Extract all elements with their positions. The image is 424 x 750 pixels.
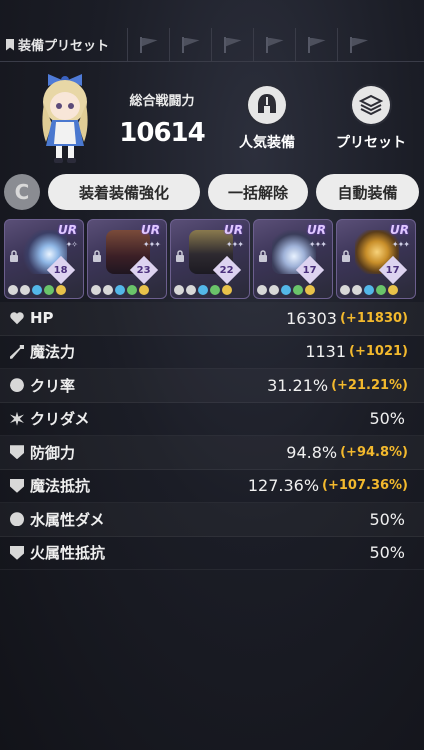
character-avatar[interactable] (26, 64, 104, 168)
rarity-badge: UR (58, 223, 77, 237)
substat-icons (91, 285, 149, 295)
stat-value: 50% (369, 509, 405, 529)
stat-name: 水属性ダメ (30, 510, 105, 529)
star-rating: ✦✦✦ (308, 240, 327, 249)
stat-value: 16303 (286, 308, 337, 328)
flag-icon (180, 36, 202, 53)
stat-bonus: (+107.36%) (322, 478, 408, 494)
star-rating: ✦✦✦ (225, 240, 244, 249)
rarity-badge: UR (307, 223, 326, 237)
stat-value: 50% (369, 543, 405, 563)
equipment-card[interactable]: UR ✦✦✦ 17 (253, 219, 333, 299)
total-power-value: 10614 (119, 118, 205, 148)
stat-bonus: (+1021) (349, 344, 408, 360)
stat-name: HP (30, 309, 54, 328)
equipment-card[interactable]: UR ✦✦✦ 23 (87, 219, 167, 299)
star-rating: ✦✦✦ (142, 240, 161, 249)
preset-tab-bar: 装備プリセット (0, 28, 424, 62)
stat-name: 火属性抵抗 (30, 544, 106, 563)
lock-icon (259, 250, 267, 262)
total-power-label: 総合戦闘力 (129, 94, 195, 109)
page-title: 装備プリセット (18, 39, 110, 54)
stat-value: 1131 (305, 342, 347, 362)
heart-icon (10, 311, 24, 325)
lock-icon (93, 250, 101, 262)
flag-icon (306, 36, 328, 53)
star-rating: ✦✦✦ (391, 240, 410, 249)
stat-name: 魔法抵抗 (30, 477, 91, 496)
stat-bonus: (+21.21%) (331, 377, 408, 393)
equipment-card[interactable]: UR ✦✦✦ 17 (336, 219, 416, 299)
stat-row-hp: HP 16303 (+11830) (0, 302, 424, 336)
substat-icons (340, 285, 398, 295)
stat-bonus: (+94.8%) (340, 444, 408, 460)
substat-icons (174, 285, 232, 295)
stat-bonus: (+11830) (339, 310, 408, 326)
magic-shield-icon (10, 478, 24, 493)
stat-value: 31.21% (267, 375, 329, 395)
helmet-icon (248, 86, 286, 124)
preset-slot-4[interactable] (254, 28, 296, 61)
equipment-card[interactable]: UR ✦✦✦ 22 (170, 219, 250, 299)
stat-row-water-damage: 水属性ダメ 50% (0, 503, 424, 537)
preset-label: プリセット (336, 135, 406, 151)
lock-icon (176, 250, 184, 262)
auto-equip-button[interactable]: 自動装備 (316, 174, 419, 210)
stat-row-crit-rate: クリ率 31.21% (+21.21%) (0, 369, 424, 403)
stack-layers-icon (352, 86, 390, 124)
refresh-icon: C (14, 180, 30, 204)
stat-row-crit-damage: クリダメ 50% (0, 403, 424, 436)
water-icon (10, 512, 24, 527)
preset-title-tab[interactable]: 装備プリセット (0, 28, 128, 61)
unequip-all-button[interactable]: 一括解除 (208, 174, 308, 210)
wand-icon (10, 344, 24, 359)
action-button-row: C 装着装備強化 一括解除 自動装備 (4, 174, 420, 210)
preset-slot-5[interactable] (296, 28, 338, 61)
burst-icon (10, 411, 24, 426)
stat-value: 50% (369, 409, 405, 429)
flag-icon (222, 36, 244, 53)
rarity-badge: UR (141, 223, 160, 237)
equipment-slots: UR ✦✧ 18 UR ✦✦✦ 23 UR ✦✦✦ 22 UR ✦✦✦ 17 U… (4, 219, 422, 299)
preset-button[interactable]: プリセット (326, 86, 416, 152)
stats-list: HP 16303 (+11830) 魔法力 1131 (+1021) クリ率 3… (0, 302, 424, 570)
enhance-equipped-button[interactable]: 装着装備強化 (48, 174, 200, 210)
preset-slot-2[interactable] (170, 28, 212, 61)
flag-icon (264, 36, 286, 53)
stat-row-defense: 防御力 94.8% (+94.8%) (0, 436, 424, 470)
stat-row-magic: 魔法力 1131 (+1021) (0, 336, 424, 369)
equipment-card[interactable]: UR ✦✧ 18 (4, 219, 84, 299)
substat-icons (257, 285, 315, 295)
refresh-button[interactable]: C (4, 174, 40, 210)
stat-name: クリ率 (30, 376, 76, 395)
shield-icon (10, 445, 24, 460)
preset-slot-1[interactable] (128, 28, 170, 61)
preset-slot-3[interactable] (212, 28, 254, 61)
popular-equipment-label: 人気装備 (239, 135, 295, 151)
lock-icon (342, 250, 350, 262)
stat-name: 魔法力 (30, 343, 76, 362)
stat-name: 防御力 (30, 443, 76, 462)
lock-icon (10, 250, 18, 262)
stat-row-magic-resist: 魔法抵抗 127.36% (+107.36%) (0, 470, 424, 503)
stat-value: 94.8% (286, 442, 338, 462)
crit-icon (10, 378, 24, 393)
stat-name: クリダメ (30, 410, 90, 429)
preset-slot-6[interactable] (338, 28, 380, 61)
rarity-badge: UR (224, 223, 243, 237)
stat-row-fire-resist: 火属性抵抗 50% (0, 537, 424, 570)
fire-shield-icon (10, 545, 24, 560)
substat-icons (8, 285, 66, 295)
rarity-badge: UR (390, 223, 409, 237)
flag-icon (138, 36, 160, 53)
popular-equipment-button[interactable]: 人気装備 (222, 86, 312, 152)
star-rating: ✦✧ (65, 240, 78, 249)
flag-icon (348, 36, 370, 53)
stat-value: 127.36% (247, 476, 320, 496)
bookmark-icon (6, 38, 14, 51)
